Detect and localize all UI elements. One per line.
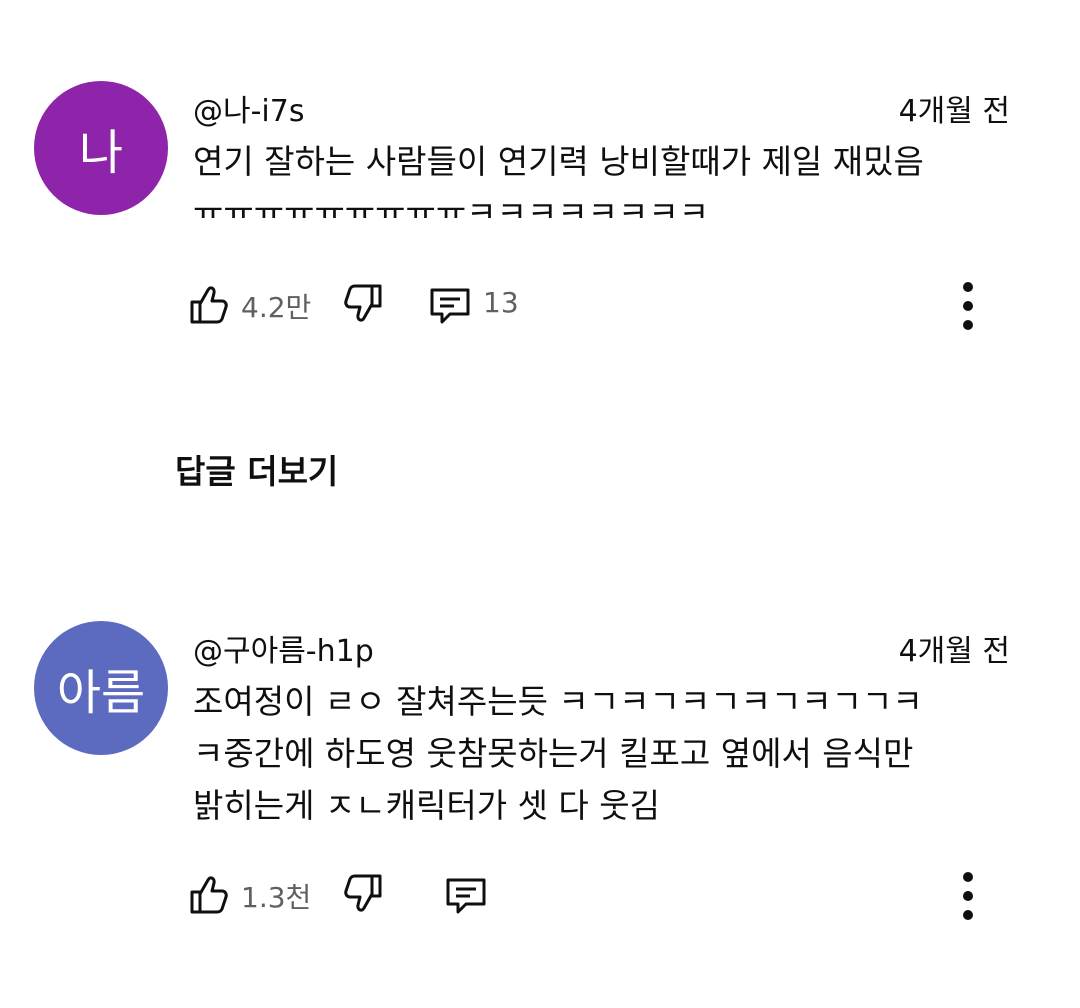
more-options-button[interactable] (953, 870, 983, 922)
comment-text-line: 조여정이 ㄹㅇ 잘쳐주는듯 ㅋㄱㅋㄱㅋㄱㅋㄱㅋㄱㄱㅋ (193, 682, 923, 721)
avatar-initials: 나 (78, 125, 124, 181)
comment-author[interactable]: @나-i7s (193, 86, 304, 130)
comment-timestamp: 4개월 전 (898, 94, 1010, 129)
comment-timestamp: 4개월 전 (898, 634, 1010, 669)
more-options-button[interactable] (953, 280, 983, 332)
more-vert-icon (963, 872, 973, 920)
comment-actions: 4.2만 13 (186, 280, 1006, 330)
thumbs-up-icon (190, 286, 228, 324)
comment-author[interactable]: @구아름-h1p (193, 626, 374, 670)
comment-text-line: 밝히는게 ㅈㄴ캐릭터가 셋 다 웃김 (193, 786, 660, 825)
reply-button[interactable] (444, 870, 488, 918)
comment-text-line: ㅋ중간에 하도영 웃참못하는거 킬포고 옆에서 음식만 (193, 734, 914, 773)
comment-text: 조여정이 ㄹㅇ 잘쳐주는듯 ㅋㄱㅋㄱㅋㄱㅋㄱㅋㄱㄱㅋ ㅋ중간에 하도영 웃참못하… (193, 676, 1013, 832)
comment-actions: 1.3천 (186, 870, 1006, 920)
like-count: 1.3천 (241, 881, 312, 914)
comment-text-line: ㅠㅠㅠㅠㅠㅠㅠㅠㅠㅋㅋㅋㅋㅋㅋㅋㅋ (193, 194, 710, 218)
thumbs-up-icon (190, 876, 228, 914)
comment-text-line-clipped: ㅠㅠㅠㅠㅠㅠㅠㅠㅠㅋㅋㅋㅋㅋㅋㅋㅋ (193, 188, 1013, 218)
more-replies-link[interactable]: 답글 더보기 (175, 445, 338, 493)
comment-text: 연기 잘하는 사람들이 연기력 낭비할때가 제일 재밌음 ㅠㅠㅠㅠㅠㅠㅠㅠㅠㅋㅋ… (193, 136, 1013, 218)
thumbs-down-icon (344, 284, 382, 322)
reply-count: 13 (483, 286, 519, 319)
dislike-button[interactable] (342, 870, 386, 918)
avatar-initials: 아름 (56, 665, 146, 721)
reply-icon (430, 288, 470, 324)
avatar[interactable]: 나 (34, 81, 168, 215)
more-vert-icon (963, 282, 973, 330)
like-button[interactable] (186, 280, 230, 328)
like-count: 4.2만 (241, 291, 312, 324)
dislike-button[interactable] (342, 280, 386, 328)
like-button[interactable] (186, 870, 230, 918)
thumbs-down-icon (344, 874, 382, 912)
reply-button[interactable] (428, 280, 472, 328)
avatar[interactable]: 아름 (34, 621, 168, 755)
comment-text-line: 연기 잘하는 사람들이 연기력 낭비할때가 제일 재밌음 (193, 142, 924, 181)
reply-icon (446, 878, 486, 914)
